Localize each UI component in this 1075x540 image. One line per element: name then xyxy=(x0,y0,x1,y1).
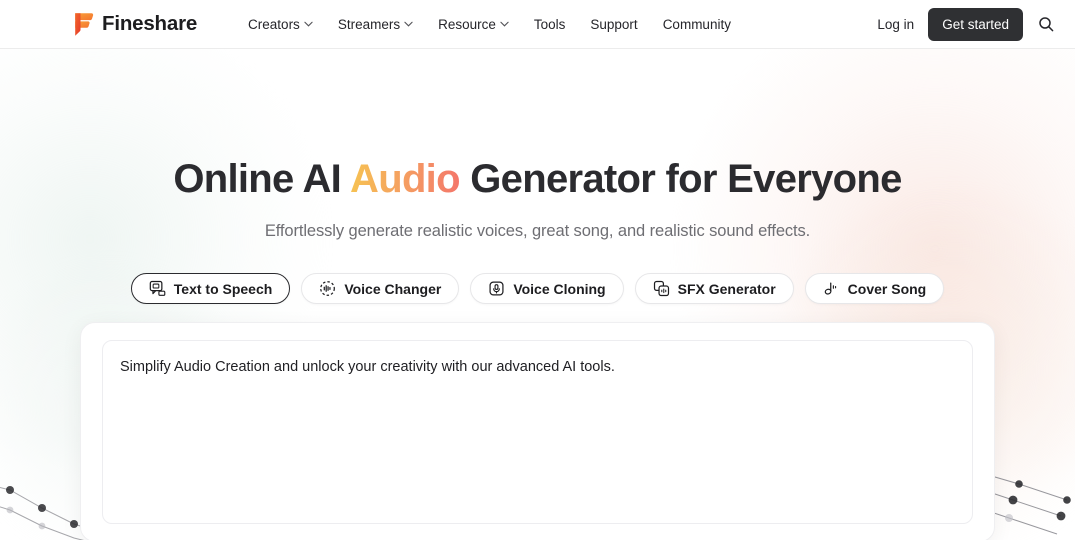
tab-label: Text to Speech xyxy=(173,280,273,297)
tab-text-to-speech[interactable]: Text to Speech xyxy=(130,273,291,305)
logo[interactable]: Fineshare xyxy=(72,12,197,37)
login-link[interactable]: Log in xyxy=(877,17,914,32)
page-title-part2: Generator for Everyone xyxy=(459,157,902,201)
search-button[interactable] xyxy=(1037,15,1055,33)
nav-item-tools[interactable]: Tools xyxy=(534,17,566,32)
nav-item-resource[interactable]: Resource xyxy=(438,17,509,32)
nav-item-community[interactable]: Community xyxy=(663,17,731,32)
nav-item-label: Support xyxy=(590,16,638,32)
hero-section: Online AI Audio Generator for Everyone E… xyxy=(0,49,1075,305)
tab-cover-song[interactable]: Cover Song xyxy=(804,273,945,305)
stacked-squares-icon xyxy=(653,281,669,297)
chevron-down-icon xyxy=(500,21,509,27)
nav-item-streamers[interactable]: Streamers xyxy=(338,17,413,32)
page-title: Online AI Audio Generator for Everyone xyxy=(0,156,1075,203)
nav-item-label: Resource xyxy=(438,16,496,32)
music-note-icon xyxy=(824,282,836,295)
fineshare-logo-icon xyxy=(75,12,94,36)
nav-item-label: Streamers xyxy=(337,16,401,32)
nav-item-label: Tools xyxy=(533,16,566,32)
editor-card xyxy=(80,322,995,540)
tab-label: Voice Changer xyxy=(344,280,442,297)
tab-sfx-generator[interactable]: SFX Generator xyxy=(634,273,794,305)
nav-item-label: Community xyxy=(662,16,731,32)
site-header: Fineshare Creators Streamers Resource To… xyxy=(0,0,1075,49)
speech-bubble-icon xyxy=(149,281,166,297)
microphone-box-icon xyxy=(489,281,504,296)
primary-navigation: Creators Streamers Resource Tools Suppor… xyxy=(248,17,731,32)
search-icon xyxy=(1039,17,1054,32)
tool-tabs: Text to Speech Voice Changer Voice Cloni… xyxy=(0,273,1075,305)
header-actions: Log in Get started xyxy=(877,7,1055,41)
tab-voice-changer[interactable]: Voice Changer xyxy=(301,273,460,305)
voice-wave-circle-icon xyxy=(320,281,336,297)
page-title-part1: Online AI xyxy=(173,157,351,201)
tab-label: Cover Song xyxy=(847,280,927,297)
tab-label: SFX Generator xyxy=(677,280,776,297)
logo-text: Fineshare xyxy=(102,12,198,35)
tab-voice-cloning[interactable]: Voice Cloning xyxy=(470,273,624,305)
chevron-down-icon xyxy=(304,21,313,27)
tab-label: Voice Cloning xyxy=(513,280,606,297)
chevron-down-icon xyxy=(404,21,413,27)
page-subtitle: Effortlessly generate realistic voices, … xyxy=(264,222,811,241)
nav-item-support[interactable]: Support xyxy=(590,17,637,32)
get-started-button[interactable]: Get started xyxy=(928,7,1023,41)
nav-item-label: Creators xyxy=(248,16,300,32)
page-title-highlight: Audio xyxy=(350,157,461,201)
text-input[interactable] xyxy=(102,340,973,525)
nav-item-creators[interactable]: Creators xyxy=(248,17,313,32)
